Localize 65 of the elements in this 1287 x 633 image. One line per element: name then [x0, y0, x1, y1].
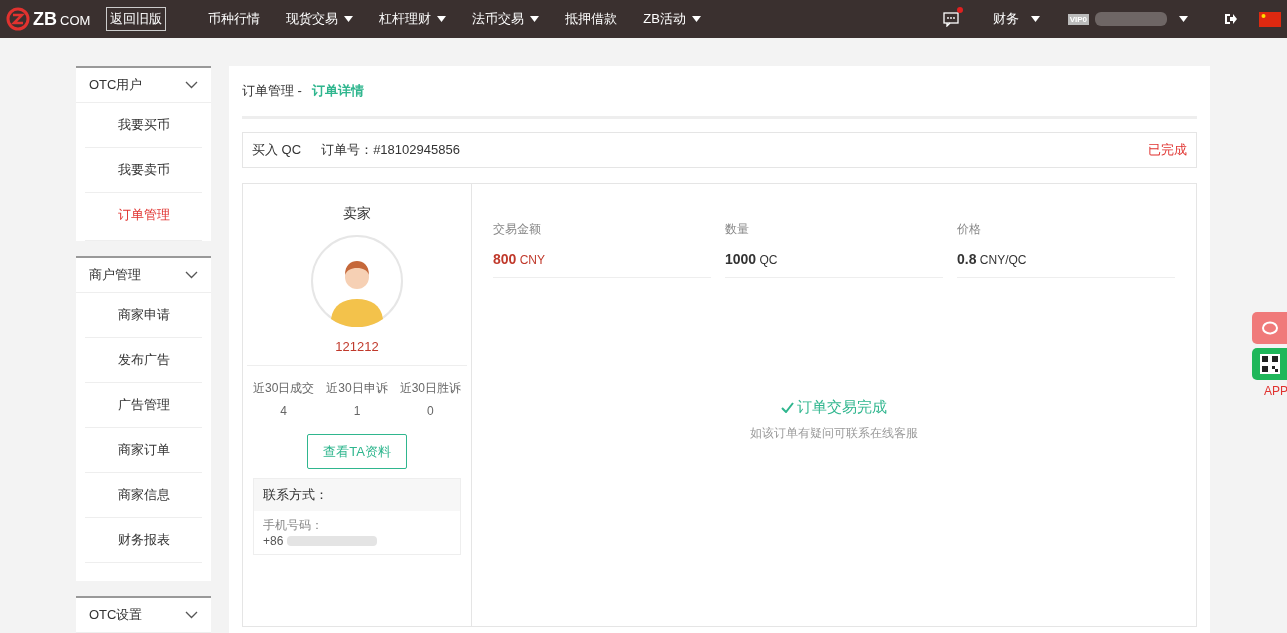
caret-icon — [530, 16, 540, 22]
chevron-icon[interactable] — [185, 611, 198, 619]
qr-code-button[interactable] — [1252, 348, 1287, 380]
order-status: 已完成 — [1148, 141, 1187, 159]
stat-label: 近30日胜诉 — [399, 380, 461, 397]
chevron-icon[interactable] — [185, 81, 198, 89]
caret-icon — [437, 16, 447, 22]
sidebar-item[interactable]: 我要卖币 — [85, 148, 202, 193]
detail-label: 数量 — [725, 221, 750, 238]
seller-name[interactable]: 121212 — [247, 339, 467, 366]
sidebar-item[interactable]: 商家申请 — [85, 293, 202, 338]
seller-title: 卖家 — [343, 205, 371, 223]
phone-prefix: +86 — [263, 534, 284, 548]
vip-badge: VIP0 — [1067, 13, 1089, 25]
sidebar-group-title[interactable]: 商户管理 — [89, 266, 141, 284]
old-version-button[interactable]: 返回旧版 — [106, 7, 167, 31]
caret-icon — [1030, 16, 1040, 22]
logo-icon — [6, 7, 30, 31]
nav-menu-item[interactable]: 现货交易 — [286, 10, 354, 28]
sidebar-item[interactable]: 订单管理 — [85, 193, 202, 241]
stat-value: 1 — [353, 404, 361, 418]
logo-suffix: COM — [60, 13, 91, 28]
sidebar-item[interactable]: 商家信息 — [85, 473, 202, 518]
breadcrumb-current: 订单详情 — [311, 82, 364, 100]
detail-value: 800 CNY — [493, 251, 547, 267]
chevron-icon[interactable] — [185, 271, 198, 279]
nav-menu-item[interactable]: 法币交易 — [472, 10, 540, 28]
stat-value: 4 — [280, 404, 287, 418]
nav-menu-item[interactable]: ZB活动 — [643, 10, 701, 28]
order-type: 买入 QC — [252, 141, 302, 159]
result-title: 订单交易完成 — [797, 398, 887, 417]
detail-label: 价格 — [957, 221, 982, 238]
contact-title: 联系方式： — [254, 479, 460, 511]
blurred-username — [1095, 12, 1167, 26]
sidebar-item[interactable]: 广告管理 — [85, 383, 202, 428]
sidebar-group-title[interactable]: OTC用户 — [89, 76, 143, 94]
logout-icon[interactable] — [1224, 13, 1237, 25]
finance-menu[interactable]: 财务 — [992, 10, 1019, 28]
detail-value: 0.8 CNY/QC — [957, 251, 1028, 267]
sidebar-group-title[interactable]: OTC设置 — [89, 606, 143, 624]
stat-label: 近30日成交 — [253, 380, 315, 397]
qr-code-icon — [1259, 354, 1280, 374]
caret-icon — [344, 16, 354, 22]
avatar-icon — [311, 235, 403, 327]
phone-label: 手机号码： — [263, 517, 324, 534]
app-label[interactable]: APP — [1264, 384, 1287, 398]
checkmark-icon — [781, 402, 794, 413]
sidebar-item[interactable]: 商家订单 — [85, 428, 202, 473]
sidebar-item[interactable]: 财务报表 — [85, 518, 202, 563]
stat-value: 0 — [426, 404, 434, 418]
breadcrumb-parent[interactable]: 订单管理 - — [242, 82, 302, 100]
caret-icon — [1179, 16, 1188, 22]
nav-menu-item[interactable]: 抵押借款 — [565, 10, 618, 28]
logo-text[interactable]: ZB — [33, 8, 57, 30]
caret-icon — [691, 16, 701, 22]
stat-label: 近30日申诉 — [326, 380, 388, 397]
sidebar-item[interactable]: 发布广告 — [85, 338, 202, 383]
flag-icon[interactable] — [1259, 11, 1281, 27]
sidebar-item[interactable]: 我要买币 — [85, 103, 202, 148]
detail-value: 1000 QC — [725, 251, 779, 267]
nav-menu-item[interactable]: 杠杆理财 — [379, 10, 447, 28]
detail-label: 交易金额 — [493, 221, 542, 238]
nav-menu-item[interactable]: 币种行情 — [208, 10, 261, 28]
order-number: 订单号：#18102945856 — [321, 141, 460, 159]
result-hint: 如该订单有疑问可联系在线客服 — [750, 425, 918, 442]
